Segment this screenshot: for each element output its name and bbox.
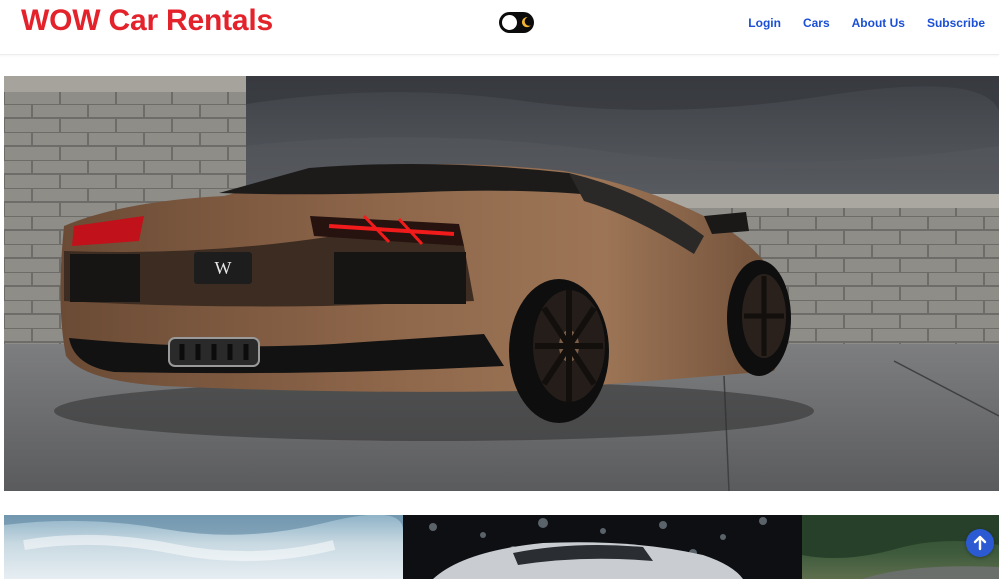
main-nav: Login Cars About Us Subscribe [726,16,985,30]
arrow-up-icon [973,535,987,551]
car-gallery [4,515,999,579]
hero-banner: W [4,76,999,491]
gallery-image-2[interactable] [403,515,802,579]
scroll-to-top-button[interactable] [966,529,994,557]
top-navbar: WOW Car Rentals Login Cars About Us Subs… [0,0,999,55]
site-logo-text[interactable]: WOW Car Rentals [21,4,273,38]
nav-link-cars[interactable]: Cars [803,16,830,30]
nav-link-login[interactable]: Login [748,16,781,30]
theme-toggle-switch[interactable] [499,12,534,33]
moon-icon [521,17,531,28]
license-plate-text: W [215,258,232,278]
nav-link-subscribe[interactable]: Subscribe [927,16,985,30]
toggle-knob [502,15,517,30]
gallery-image-1[interactable] [4,515,403,579]
showroom-car-image [429,517,767,579]
hero-car-image: W [4,76,999,491]
sky-clouds-image [4,515,403,562]
nav-link-about-us[interactable]: About Us [852,16,905,30]
